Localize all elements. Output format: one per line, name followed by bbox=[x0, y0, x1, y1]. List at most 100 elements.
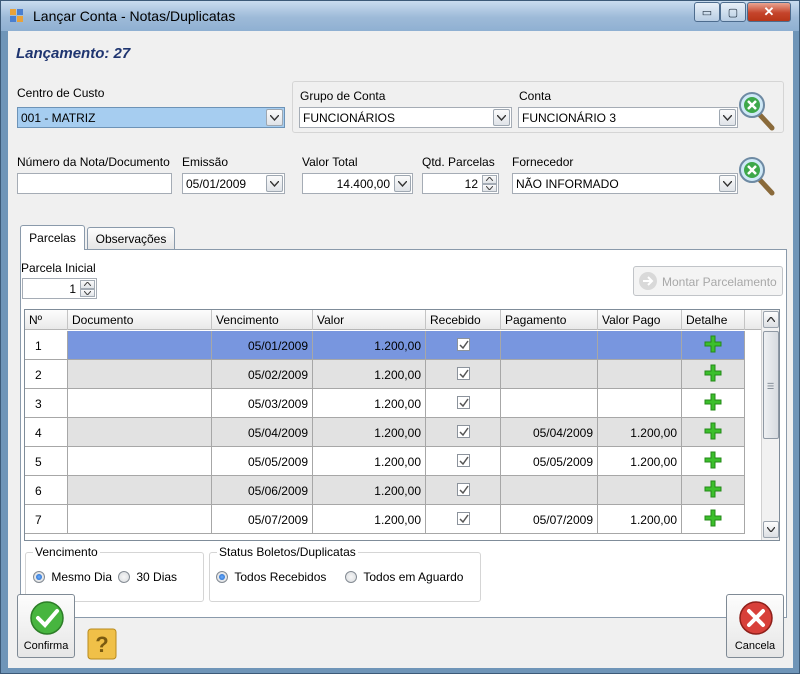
confirma-button[interactable]: Confirma bbox=[17, 594, 75, 658]
help-icon[interactable]: ? bbox=[87, 628, 117, 660]
valor-cell[interactable]: 1.200,00 bbox=[313, 418, 426, 447]
valor-pago-cell[interactable]: 1.200,00 bbox=[598, 447, 682, 476]
tab-observacoes[interactable]: Observações bbox=[87, 227, 175, 250]
valor-pago-cell[interactable] bbox=[598, 360, 682, 389]
vencimento-cell[interactable]: 05/06/2009 bbox=[212, 476, 313, 505]
column-header[interactable]: Documento bbox=[68, 310, 212, 330]
n-cell[interactable]: 3 bbox=[25, 389, 68, 418]
radio-30-dias[interactable]: 30 Dias bbox=[118, 570, 177, 584]
montar-parcelamento-button[interactable]: Montar Parcelamento bbox=[633, 266, 783, 296]
add-detail-icon[interactable] bbox=[704, 480, 722, 498]
valor-cell[interactable]: 1.200,00 bbox=[313, 389, 426, 418]
documento-cell[interactable] bbox=[68, 505, 212, 534]
valor-cell[interactable]: 1.200,00 bbox=[313, 360, 426, 389]
add-detail-icon[interactable] bbox=[704, 364, 722, 382]
detalhe-cell[interactable] bbox=[682, 418, 745, 447]
checkbox-icon[interactable] bbox=[456, 454, 470, 467]
valor-pago-cell[interactable] bbox=[598, 389, 682, 418]
table-row[interactable]: 2 05/02/2009 1.200,00 bbox=[25, 360, 762, 389]
numero-nota-input[interactable] bbox=[17, 173, 172, 194]
chevron-down-icon[interactable] bbox=[719, 109, 736, 126]
detalhe-cell[interactable] bbox=[682, 476, 745, 505]
pagamento-cell[interactable] bbox=[501, 360, 598, 389]
vencimento-cell[interactable]: 05/05/2009 bbox=[212, 447, 313, 476]
table-row[interactable]: 3 05/03/2009 1.200,00 bbox=[25, 389, 762, 418]
parcela-inicial-stepper[interactable]: 1 bbox=[22, 278, 97, 299]
table-row[interactable]: 7 05/07/2009 1.200,00 05/07/2009 1.200,00 bbox=[25, 505, 762, 534]
grid-scrollbar[interactable] bbox=[761, 310, 779, 540]
checkbox-icon[interactable] bbox=[456, 367, 470, 380]
pagamento-cell[interactable]: 05/04/2009 bbox=[501, 418, 598, 447]
tab-parcelas[interactable]: Parcelas bbox=[20, 225, 85, 250]
checkbox-icon[interactable] bbox=[456, 396, 470, 409]
vencimento-cell[interactable]: 05/04/2009 bbox=[212, 418, 313, 447]
cancela-button[interactable]: Cancela bbox=[726, 594, 784, 658]
centro-custo-select[interactable]: 001 - MATRIZ bbox=[17, 107, 285, 128]
add-detail-icon[interactable] bbox=[704, 509, 722, 527]
column-header[interactable]: Valor bbox=[313, 310, 426, 330]
column-header[interactable]: Vencimento bbox=[212, 310, 313, 330]
pagamento-cell[interactable] bbox=[501, 476, 598, 505]
column-header[interactable]: Detalhe bbox=[682, 310, 745, 330]
n-cell[interactable]: 1 bbox=[25, 331, 68, 360]
chevron-down-icon[interactable] bbox=[493, 109, 510, 126]
valor-pago-cell[interactable]: 1.200,00 bbox=[598, 418, 682, 447]
recebido-checkbox-cell[interactable] bbox=[426, 331, 501, 360]
recebido-checkbox-cell[interactable] bbox=[426, 505, 501, 534]
n-cell[interactable]: 6 bbox=[25, 476, 68, 505]
vencimento-cell[interactable]: 05/03/2009 bbox=[212, 389, 313, 418]
chevron-down-icon[interactable] bbox=[719, 175, 736, 192]
recebido-checkbox-cell[interactable] bbox=[426, 447, 501, 476]
valor-pago-cell[interactable]: 1.200,00 bbox=[598, 505, 682, 534]
checkbox-icon[interactable] bbox=[456, 483, 470, 496]
qtd-parcelas-stepper[interactable]: 12 bbox=[422, 173, 499, 194]
documento-cell[interactable] bbox=[68, 418, 212, 447]
radio-todos-aguardo[interactable]: Todos em Aguardo bbox=[345, 570, 463, 584]
parcela-inicial-spin[interactable] bbox=[80, 280, 95, 297]
add-detail-icon[interactable] bbox=[704, 422, 722, 440]
checkbox-icon[interactable] bbox=[456, 512, 470, 525]
minimize-button[interactable]: ▭ bbox=[694, 2, 720, 22]
add-detail-icon[interactable] bbox=[704, 335, 722, 353]
detalhe-cell[interactable] bbox=[682, 389, 745, 418]
documento-cell[interactable] bbox=[68, 389, 212, 418]
scroll-down-button[interactable] bbox=[763, 521, 779, 538]
vencimento-cell[interactable]: 05/07/2009 bbox=[212, 505, 313, 534]
radio-todos-recebidos[interactable]: Todos Recebidos bbox=[216, 570, 326, 584]
n-cell[interactable]: 4 bbox=[25, 418, 68, 447]
recebido-checkbox-cell[interactable] bbox=[426, 476, 501, 505]
n-cell[interactable]: 5 bbox=[25, 447, 68, 476]
close-button[interactable]: ✕ bbox=[747, 2, 791, 22]
table-row[interactable]: 1 05/01/2009 1.200,00 bbox=[25, 331, 762, 360]
pagamento-cell[interactable]: 05/05/2009 bbox=[501, 447, 598, 476]
pagamento-cell[interactable] bbox=[501, 331, 598, 360]
valor-cell[interactable]: 1.200,00 bbox=[313, 447, 426, 476]
table-row[interactable]: 4 05/04/2009 1.200,00 05/04/2009 1.200,00 bbox=[25, 418, 762, 447]
vencimento-cell[interactable]: 05/01/2009 bbox=[212, 331, 313, 360]
chevron-up-icon[interactable] bbox=[482, 175, 497, 184]
radio-icon[interactable] bbox=[33, 571, 45, 583]
valor-cell[interactable]: 1.200,00 bbox=[313, 505, 426, 534]
clear-search-conta-icon[interactable] bbox=[738, 91, 776, 131]
table-row[interactable]: 6 05/06/2009 1.200,00 bbox=[25, 476, 762, 505]
recebido-checkbox-cell[interactable] bbox=[426, 418, 501, 447]
column-header[interactable]: Pagamento bbox=[501, 310, 598, 330]
checkbox-icon[interactable] bbox=[456, 338, 470, 351]
vencimento-cell[interactable]: 05/02/2009 bbox=[212, 360, 313, 389]
column-header[interactable]: Nº bbox=[25, 310, 68, 330]
valor-cell[interactable]: 1.200,00 bbox=[313, 331, 426, 360]
valor-cell[interactable]: 1.200,00 bbox=[313, 476, 426, 505]
title-bar[interactable]: Lançar Conta - Notas/Duplicatas ▭ ▢ ✕ bbox=[1, 1, 799, 31]
scroll-up-button[interactable] bbox=[763, 311, 779, 328]
documento-cell[interactable] bbox=[68, 447, 212, 476]
valor-pago-cell[interactable] bbox=[598, 476, 682, 505]
n-cell[interactable]: 2 bbox=[25, 360, 68, 389]
table-row[interactable]: 5 05/05/2009 1.200,00 05/05/2009 1.200,00 bbox=[25, 447, 762, 476]
pagamento-cell[interactable] bbox=[501, 389, 598, 418]
checkbox-icon[interactable] bbox=[456, 425, 470, 438]
maximize-button[interactable]: ▢ bbox=[720, 2, 746, 22]
column-header[interactable]: Recebido bbox=[426, 310, 501, 330]
documento-cell[interactable] bbox=[68, 360, 212, 389]
chevron-down-icon[interactable] bbox=[266, 175, 283, 192]
detalhe-cell[interactable] bbox=[682, 505, 745, 534]
